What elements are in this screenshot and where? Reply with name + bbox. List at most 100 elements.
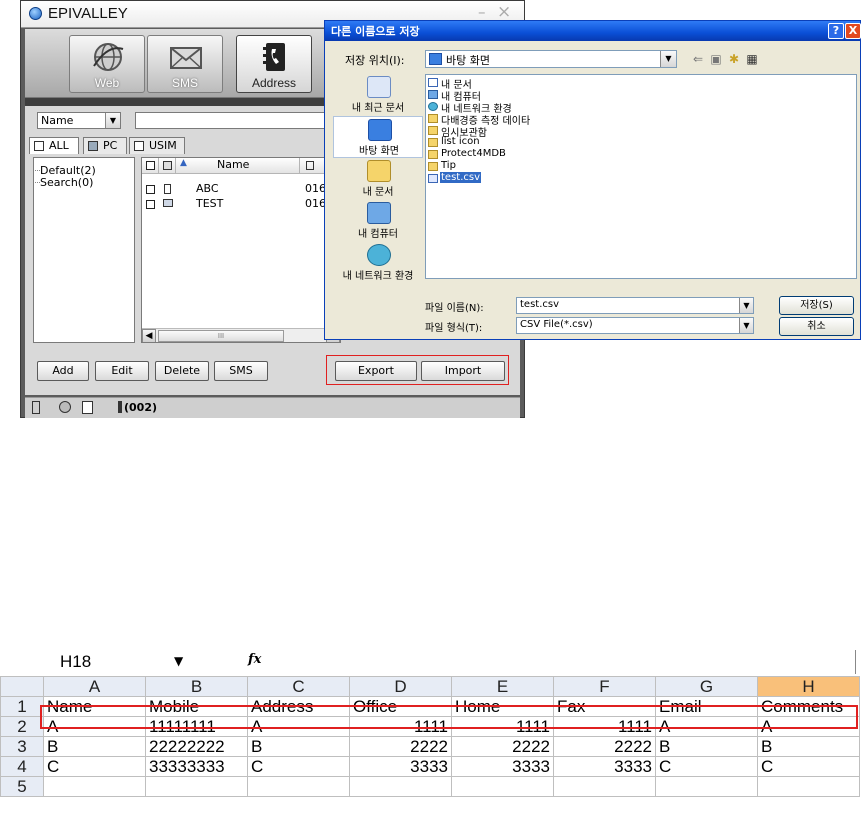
cell[interactable] bbox=[553, 776, 656, 797]
close-button[interactable]: × bbox=[497, 2, 511, 22]
back-icon[interactable]: ⇐ bbox=[689, 50, 707, 68]
add-button[interactable]: Add bbox=[37, 361, 89, 381]
folder-icon bbox=[428, 150, 438, 159]
cell[interactable]: B bbox=[247, 736, 350, 757]
name-box-dropdown-icon[interactable]: ▼ bbox=[174, 654, 183, 668]
horizontal-scrollbar[interactable]: ◀ III ▶ bbox=[142, 328, 340, 342]
export-button[interactable]: Export bbox=[335, 361, 417, 381]
minimize-button[interactable]: – bbox=[478, 3, 486, 21]
row-checkbox[interactable] bbox=[146, 200, 155, 209]
save-in-select[interactable]: 바탕 화면 ▼ bbox=[425, 50, 677, 68]
cell[interactable]: B bbox=[757, 736, 860, 757]
cell[interactable] bbox=[43, 776, 146, 797]
sms-button-label: SMS bbox=[171, 76, 198, 90]
cell[interactable] bbox=[757, 776, 860, 797]
cell[interactable]: C bbox=[655, 756, 758, 777]
place-recent[interactable]: 내 최근 문서 bbox=[333, 74, 423, 116]
all-icon bbox=[34, 141, 44, 151]
chevron-down-icon[interactable]: ▼ bbox=[739, 318, 753, 333]
list-item[interactable]: TEST 0167 bbox=[142, 197, 340, 212]
row-header[interactable]: 1 bbox=[0, 696, 44, 717]
address-button[interactable]: Address bbox=[236, 35, 312, 93]
sort-ascending-icon: ▲ bbox=[180, 158, 187, 168]
cell[interactable] bbox=[451, 776, 554, 797]
insert-function-icon[interactable]: fx bbox=[248, 652, 261, 667]
chevron-down-icon[interactable]: ▼ bbox=[739, 298, 753, 313]
row-header[interactable]: 2 bbox=[0, 716, 44, 737]
cell[interactable]: C bbox=[247, 756, 350, 777]
sms-send-button[interactable]: SMS bbox=[214, 361, 268, 381]
place-network[interactable]: 내 네트워크 환경 bbox=[333, 242, 423, 284]
cell[interactable]: C bbox=[757, 756, 860, 777]
file-name: list icon bbox=[441, 136, 480, 147]
row-header[interactable]: 5 bbox=[0, 776, 44, 797]
column-header-selected[interactable]: H bbox=[757, 676, 860, 697]
scroll-left-icon[interactable]: ◀ bbox=[142, 329, 156, 342]
search-field-select[interactable]: Name ▼ bbox=[37, 112, 121, 129]
cell[interactable] bbox=[655, 776, 758, 797]
cancel-button[interactable]: 취소 bbox=[779, 317, 854, 336]
header-name[interactable]: ▲ Name bbox=[176, 158, 300, 173]
web-button[interactable]: Web bbox=[69, 35, 145, 93]
column-header[interactable]: B bbox=[145, 676, 248, 697]
column-header[interactable]: A bbox=[43, 676, 146, 697]
place-desktop[interactable]: 바탕 화면 bbox=[333, 116, 423, 158]
sms-button[interactable]: SMS bbox=[147, 35, 223, 93]
row-header[interactable]: 4 bbox=[0, 756, 44, 777]
views-icon[interactable]: ▦ bbox=[743, 50, 761, 68]
select-all-corner[interactable] bbox=[0, 676, 44, 697]
dialog-close-button[interactable]: X bbox=[845, 23, 861, 39]
cell[interactable]: 3333 bbox=[553, 756, 656, 777]
dialog-titlebar[interactable]: 다른 이름으로 저장 ? X bbox=[325, 21, 861, 41]
cell[interactable]: C bbox=[43, 756, 146, 777]
column-header[interactable]: C bbox=[247, 676, 350, 697]
cell[interactable]: 3333 bbox=[349, 756, 452, 777]
place-my-computer[interactable]: 내 컴퓨터 bbox=[333, 200, 423, 242]
cell[interactable] bbox=[349, 776, 452, 797]
row-checkbox[interactable] bbox=[146, 185, 155, 194]
filetype-select[interactable]: CSV File(*.csv) ▼ bbox=[516, 317, 754, 334]
group-search[interactable]: Search(0) bbox=[35, 176, 93, 189]
cell[interactable]: 3333 bbox=[451, 756, 554, 777]
tab-usim[interactable]: USIM bbox=[129, 137, 185, 154]
import-button[interactable]: Import bbox=[421, 361, 505, 381]
place-desktop-label: 바탕 화면 bbox=[359, 146, 399, 157]
save-button[interactable]: 저장(S) bbox=[779, 296, 854, 315]
cell[interactable] bbox=[145, 776, 248, 797]
place-my-documents[interactable]: 내 문서 bbox=[333, 158, 423, 200]
name-box[interactable]: H18 bbox=[60, 652, 160, 672]
list-item[interactable]: ABC 0167 bbox=[142, 182, 340, 197]
chevron-down-icon[interactable]: ▼ bbox=[105, 113, 120, 128]
help-button[interactable]: ? bbox=[828, 23, 844, 39]
cell[interactable]: B bbox=[43, 736, 146, 757]
cell[interactable]: 2222 bbox=[349, 736, 452, 757]
cell[interactable] bbox=[247, 776, 350, 797]
column-header[interactable]: D bbox=[349, 676, 452, 697]
cell[interactable]: 22222222 bbox=[145, 736, 248, 757]
filename-input[interactable]: test.csv ▼ bbox=[516, 297, 754, 314]
scroll-thumb[interactable]: III bbox=[158, 330, 284, 342]
up-folder-icon[interactable]: ▣ bbox=[707, 50, 725, 68]
cell[interactable]: B bbox=[655, 736, 758, 757]
place-my-computer-label: 내 컴퓨터 bbox=[358, 229, 398, 240]
search-input[interactable] bbox=[135, 112, 345, 129]
select-all-checkbox[interactable] bbox=[146, 161, 155, 170]
edit-button[interactable]: Edit bbox=[95, 361, 149, 381]
delete-button[interactable]: Delete bbox=[155, 361, 209, 381]
column-header-row: A B C D E F G H bbox=[0, 676, 860, 697]
column-header[interactable]: G bbox=[655, 676, 758, 697]
row-header[interactable]: 3 bbox=[0, 736, 44, 757]
column-header[interactable]: F bbox=[553, 676, 656, 697]
folder-icon bbox=[428, 126, 438, 135]
contact-list: ▲ Name ABC 0167 TEST 0167 ◀ III bbox=[141, 157, 341, 343]
chevron-down-icon[interactable]: ▼ bbox=[660, 51, 676, 67]
file-name: Tip bbox=[441, 160, 456, 171]
folder-icon bbox=[428, 162, 438, 171]
cell[interactable]: 2222 bbox=[451, 736, 554, 757]
tab-pc[interactable]: PC bbox=[83, 137, 127, 154]
new-folder-icon[interactable]: ✱ bbox=[725, 50, 743, 68]
tab-all[interactable]: ALL bbox=[29, 137, 79, 154]
cell[interactable]: 2222 bbox=[553, 736, 656, 757]
column-header[interactable]: E bbox=[451, 676, 554, 697]
cell[interactable]: 33333333 bbox=[145, 756, 248, 777]
